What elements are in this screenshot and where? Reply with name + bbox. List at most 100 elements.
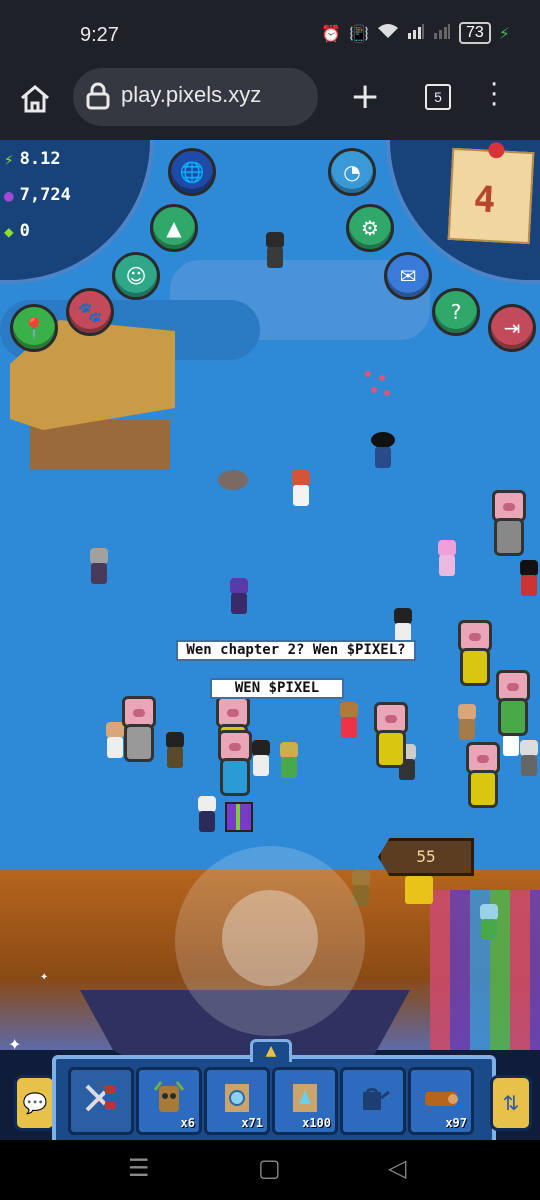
exit-button[interactable]: ⇥ [488,304,536,352]
battery-level: 73 [465,24,484,41]
player-character[interactable] [518,560,540,596]
chat-bubble-icon: 💬 [22,1091,48,1115]
recents-button[interactable]: ☰ [128,1154,150,1182]
map-button[interactable]: 📍 [10,304,58,352]
charging-icon: ⚡ [498,23,510,43]
player-character[interactable] [478,904,500,940]
coins-stat: ● 7,724 [0,182,71,208]
pig-astronaut-character[interactable] [492,670,530,736]
player-character[interactable] [290,470,312,506]
quest-board-button[interactable]: 4 [447,141,535,245]
hotbar-slot-wood-log[interactable]: x97 [408,1067,474,1135]
player-character[interactable] [456,704,478,740]
price-sign[interactable]: 55 [378,838,474,876]
shears-icon [85,1084,115,1112]
energy-icon: ⚡ [4,149,14,169]
flower-patch[interactable] [362,368,392,398]
plus-icon: + [350,76,381,117]
player-character[interactable] [436,540,458,576]
player-character[interactable] [278,742,300,778]
speed-button[interactable]: ◔ [328,148,376,196]
pig-astronaut-character[interactable] [454,620,492,686]
chat-bubble: Wen chapter 2? Wen $PIXEL? [176,640,416,661]
chat-bubble: WEN $PIXEL [210,678,344,699]
pig-astronaut-character[interactable] [370,702,408,768]
hotbar: 💬 ▲ x6 x71 x100 x97 ⇅ [0,1039,540,1140]
gift-box[interactable] [225,802,253,832]
settings-button[interactable]: ⚙ [346,204,394,252]
social-button[interactable]: ☺ [112,252,160,300]
price-sign-value: 55 [416,847,436,866]
pin-icon [487,141,505,159]
hotbar-expand-button[interactable]: ▲ [250,1039,292,1062]
back-icon: ◁ [388,1154,407,1182]
recents-icon: ☰ [128,1154,150,1182]
rock[interactable] [218,470,248,490]
player-character[interactable] [164,732,186,768]
url-text: play.pixels.xyz [121,82,262,107]
energy-value: 8.12 [19,149,61,169]
gems-stat: ◆ 0 [0,218,30,244]
paw-icon: 🐾 [77,300,103,324]
watering-can-icon [363,1087,390,1110]
signal-icon [433,23,451,43]
status-bar: 9:27 ⏰ 📳 73 ⚡ [0,0,540,68]
player-character[interactable] [518,740,540,776]
player-character[interactable] [371,432,395,468]
home-button[interactable] [18,82,54,118]
hotbar-slot-tree-sprite[interactable]: x6 [136,1067,202,1135]
player-character[interactable] [250,740,272,776]
player-character[interactable] [196,796,218,832]
star-button[interactable]: ▲ [150,204,198,252]
chevron-up-icon: ▲ [265,1043,277,1059]
pig-astronaut-character[interactable] [214,730,252,796]
gem-icon: ◆ [4,221,14,241]
joystick-knob[interactable] [222,890,318,986]
slot-count: x100 [302,1116,331,1130]
chat-button[interactable]: 💬 [14,1075,56,1131]
map-pin-icon: 📍 [21,316,47,340]
android-nav-bar: ☰ ▢ ◁ [0,1140,540,1200]
swap-hotbar-button[interactable]: ⇅ [490,1075,532,1131]
slot-count: x71 [241,1116,263,1130]
player-character[interactable] [264,232,286,268]
mail-button[interactable]: ✉ [384,252,432,300]
chat-face-icon: ☺ [125,264,147,288]
mail-icon: ✉ [399,264,417,288]
wifi-icon [377,23,399,43]
pig-astronaut-character[interactable] [462,742,500,808]
exit-icon: ⇥ [503,316,521,340]
wood-log-icon [425,1092,458,1106]
new-tab-button[interactable]: + [350,76,380,117]
gear-icon: ⚙ [361,216,379,240]
globe-icon: 🌐 [179,160,205,184]
home-nav-button[interactable]: ▢ [258,1154,281,1182]
alarm-icon: ⏰ [321,23,342,43]
swap-icon: ⇅ [502,1091,520,1115]
help-button[interactable]: ? [432,288,480,336]
pets-button[interactable]: 🐾 [66,288,114,336]
status-time: 9:27 [80,24,119,46]
pig-astronaut-character[interactable] [118,696,156,762]
address-bar[interactable]: play.pixels.xyz [73,68,318,126]
player-character[interactable] [88,548,110,584]
back-button[interactable]: ◁ [388,1154,406,1182]
player-character[interactable] [338,702,360,738]
browser-menu-button[interactable]: · · · [490,72,498,118]
hotbar-slot-seed-bag-crystal[interactable]: x100 [272,1067,338,1135]
hotbar-slot-seed-bag-blue[interactable]: x71 [204,1067,270,1135]
energy-stat: ⚡ 8.12 [0,146,128,172]
help-icon: ? [450,300,462,324]
tab-switcher-button[interactable]: 5 [425,84,451,110]
hotbar-slot-shears[interactable] [68,1067,134,1135]
hotbar-slot-watering-can[interactable] [340,1067,406,1135]
slot-count: x6 [180,1116,195,1130]
seed-bag-icon [225,1084,249,1112]
signal-icon [407,23,425,43]
game-canvas[interactable]: ✦ ✦ ✦ Wen chapter 2? Wen $PIXEL? WEN $PI… [0,140,540,1140]
player-character[interactable] [228,578,250,614]
pig-astronaut-character[interactable] [488,490,526,556]
globe-button[interactable]: 🌐 [168,148,216,196]
battery-icon: 73 [458,22,491,44]
player-character[interactable] [392,608,414,644]
